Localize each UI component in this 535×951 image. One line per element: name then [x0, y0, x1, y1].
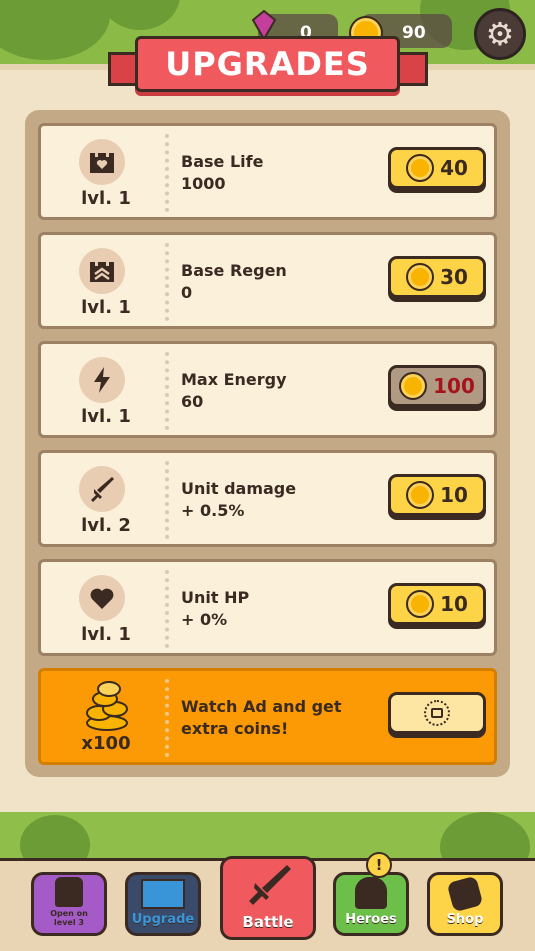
coin-icon — [406, 481, 435, 509]
upgrade-name: Max Energy — [181, 370, 287, 389]
watch-ad-button[interactable] — [388, 692, 486, 734]
upgrade-level: lvl. 1 — [81, 297, 131, 318]
upgrade-value: + 0% — [181, 610, 228, 629]
ad-text-line1: Watch Ad and get — [181, 697, 342, 716]
coin-icon — [399, 372, 428, 400]
locked-label-line1: Open on — [50, 909, 88, 918]
reward-amount: x100 — [81, 733, 131, 754]
sword-icon — [243, 863, 293, 909]
upgrade-nav-label: Upgrade — [131, 912, 195, 927]
upgrade-name: Unit damage — [181, 479, 297, 498]
battle-nav-button[interactable]: Battle — [220, 856, 316, 940]
locked-label-line2: level 3 — [54, 918, 84, 927]
upgrade-value: 0 — [181, 283, 193, 302]
price-value: 30 — [440, 265, 468, 289]
upgrade-value: 60 — [181, 392, 204, 411]
divider — [165, 461, 169, 539]
upgrade-name: Base Life — [181, 152, 264, 171]
settings-button[interactable]: ⚙ — [474, 8, 526, 60]
coin-icon — [406, 263, 435, 291]
battle-nav-label: Battle — [242, 913, 294, 931]
heroes-badge-text: ! — [375, 856, 383, 874]
coin-stack-icon — [83, 679, 131, 731]
upgrade-card-base-life: lvl. 1 Base Life 1000 40 — [38, 123, 497, 220]
divider — [165, 134, 169, 212]
upgrade-name: Unit HP — [181, 588, 250, 607]
castle-regen-icon — [79, 248, 125, 294]
divider — [165, 679, 169, 757]
upgrade-level: lvl. 1 — [81, 188, 131, 209]
heroes-alert-badge: ! — [366, 852, 392, 878]
upgrade-level: lvl. 1 — [81, 624, 131, 645]
lightning-icon — [79, 357, 125, 403]
page-title: UPGRADES — [135, 36, 400, 92]
upgrade-value: 1000 — [181, 174, 226, 193]
upgrade-card-base-regen: lvl. 1 Base Regen 0 30 — [38, 232, 497, 329]
upgrade-value: + 0.5% — [181, 501, 245, 520]
price-value: 40 — [440, 156, 468, 180]
coin-count: 90 — [402, 23, 426, 43]
upgrade-name: Base Regen — [181, 261, 287, 280]
ad-video-icon — [424, 700, 450, 726]
buy-base-life-button[interactable]: 40 — [388, 147, 486, 189]
buy-max-energy-button[interactable]: 100 — [388, 365, 486, 407]
gear-icon: ⚙ — [485, 15, 515, 53]
locked-nav-button[interactable]: Open on level 3 — [31, 872, 107, 936]
upgrade-nav-button[interactable]: Upgrade — [125, 872, 201, 936]
watch-ad-card: x100 Watch Ad and get extra coins! — [38, 668, 497, 765]
buy-unit-hp-button[interactable]: 10 — [388, 583, 486, 625]
upgrade-level: lvl. 1 — [81, 406, 131, 427]
price-value: 10 — [440, 592, 468, 616]
upgrades-list: lvl. 1 Base Life 1000 40 lvl. 1 Base Reg… — [25, 110, 510, 777]
upgrade-card-unit-hp: lvl. 1 Unit HP + 0% 10 — [38, 559, 497, 656]
sword-icon — [79, 466, 125, 512]
buy-unit-damage-button[interactable]: 10 — [388, 474, 486, 516]
castle-icon — [141, 879, 185, 909]
price-value: 10 — [440, 483, 468, 507]
shop-bag-icon — [446, 875, 484, 913]
upgrade-card-unit-damage: lvl. 2 Unit damage + 0.5% 10 — [38, 450, 497, 547]
upgrade-card-max-energy: lvl. 1 Max Energy 60 100 — [38, 341, 497, 438]
heroes-nav-button[interactable]: Heroes — [333, 872, 409, 936]
upgrade-level: lvl. 2 — [81, 515, 131, 536]
buy-base-regen-button[interactable]: 30 — [388, 256, 486, 298]
ad-text-line2: extra coins! — [181, 719, 289, 738]
castle-heart-icon — [79, 139, 125, 185]
divider — [165, 570, 169, 648]
heroes-nav-label: Heroes — [345, 912, 397, 927]
coin-icon — [406, 590, 435, 618]
shop-nav-button[interactable]: Shop — [427, 872, 503, 936]
price-value: 100 — [433, 374, 475, 398]
lock-icon — [55, 877, 83, 907]
divider — [165, 352, 169, 430]
helmet-icon — [355, 877, 387, 909]
heart-icon — [79, 575, 125, 621]
divider — [165, 243, 169, 321]
coin-icon — [406, 154, 435, 182]
shop-nav-label: Shop — [446, 912, 484, 927]
